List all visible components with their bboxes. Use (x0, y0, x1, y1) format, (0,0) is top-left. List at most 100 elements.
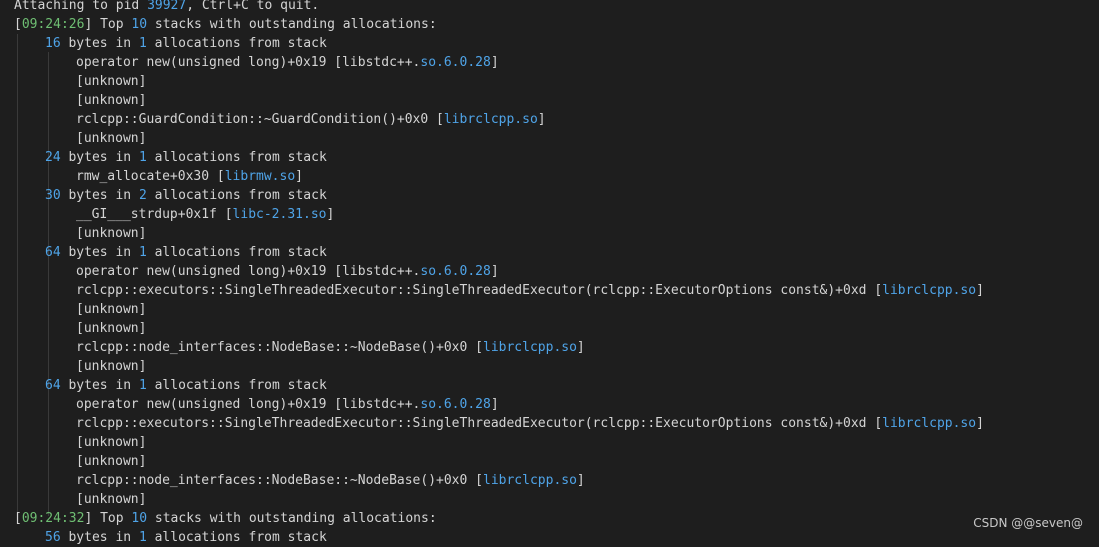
stack-frame: rclcpp::node_interfaces::NodeBase::~Node… (0, 338, 1099, 357)
frame-symbol: rclcpp::executors::SingleThreadedExecuto… (76, 416, 883, 431)
frame-symbol: rclcpp::node_interfaces::NodeBase::~Node… (76, 340, 483, 355)
bracket: ] (490, 55, 499, 70)
stack-count: 10 (131, 511, 148, 526)
bracket: ] (576, 340, 585, 355)
bracket: [ (14, 17, 22, 32)
alloc-count: 1 (138, 378, 147, 393)
bracket: ] (576, 473, 585, 488)
top-stacks-header: [09:24:26] Top 10 stacks with outstandin… (0, 15, 1099, 34)
frame-symbol: [unknown] (76, 302, 147, 317)
stack-frame-unknown: [unknown] (0, 300, 1099, 319)
alloc-text: bytes in (60, 188, 139, 203)
alloc-text: allocations from stack (146, 245, 327, 260)
frame-symbol: [unknown] (76, 131, 147, 146)
allocation-line: 30 bytes in 2 allocations from stack (0, 186, 1099, 205)
frame-symbol: rmw_allocate+0x30 [ (76, 169, 225, 184)
alloc-count: 1 (138, 245, 147, 260)
allocation-line: 64 bytes in 1 allocations from stack (0, 243, 1099, 262)
stack-frame-unknown: [unknown] (0, 452, 1099, 471)
bracket: ] (537, 112, 546, 127)
library-name: so.6.0.28 (420, 397, 491, 412)
alloc-text: bytes in (60, 36, 139, 51)
stack-frame-unknown: [unknown] (0, 91, 1099, 110)
allocation-line: 56 bytes in 1 allocations from stack (0, 528, 1099, 547)
stack-frame: operator new(unsigned long)+0x19 [libstd… (0, 262, 1099, 281)
stack-frame: __GI___strdup+0x1f [libc-2.31.so] (0, 205, 1099, 224)
stack-frame: rclcpp::executors::SingleThreadedExecuto… (0, 281, 1099, 300)
bracket: ] (490, 264, 499, 279)
frame-symbol: [unknown] (76, 454, 147, 469)
header-text: stacks with outstanding allocations: (147, 511, 437, 526)
bytes-value: 24 (45, 150, 61, 165)
frame-symbol: operator new(unsigned long)+0x19 [libstd… (76, 55, 421, 70)
allocation-line: 16 bytes in 1 allocations from stack (0, 34, 1099, 53)
frame-symbol: [unknown] (76, 321, 147, 336)
alloc-text: bytes in (60, 530, 139, 545)
frame-symbol: rclcpp::node_interfaces::NodeBase::~Node… (76, 473, 483, 488)
attach-text: Attaching to pid (14, 0, 148, 13)
frame-symbol: [unknown] (76, 359, 147, 374)
bytes-value: 64 (45, 378, 61, 393)
stack-frame-unknown: [unknown] (0, 357, 1099, 376)
attach-text: , Ctrl+C to quit. (186, 0, 320, 13)
frame-symbol: [unknown] (76, 226, 147, 241)
alloc-count: 1 (138, 530, 147, 545)
stack-frame-unknown: [unknown] (0, 433, 1099, 452)
library-name: librclcpp.so (483, 340, 577, 355)
library-name: so.6.0.28 (420, 55, 491, 70)
stack-count: 10 (131, 17, 148, 32)
stack-frame-unknown: [unknown] (0, 490, 1099, 509)
bracket: ] (976, 283, 984, 298)
bracket: ] (326, 207, 335, 222)
bracket: [ (14, 511, 22, 526)
alloc-count: 1 (138, 150, 147, 165)
watermark: CSDN @@seven@ (973, 516, 1083, 530)
bracket: ] (490, 397, 499, 412)
library-name: librclcpp.so (882, 283, 977, 298)
alloc-text: allocations from stack (146, 378, 327, 393)
pid-value: 39927 (147, 0, 187, 13)
timestamp: 09:24:32 (21, 511, 85, 526)
alloc-text: allocations from stack (146, 188, 327, 203)
library-name: librclcpp.so (882, 416, 977, 431)
stack-frame: operator new(unsigned long)+0x19 [libstd… (0, 53, 1099, 72)
alloc-text: allocations from stack (146, 150, 327, 165)
alloc-count: 2 (138, 188, 147, 203)
attach-line: Attaching to pid 39927, Ctrl+C to quit. (0, 0, 1099, 15)
terminal-window: { "header": "Attaching to pid 39927, Ctr… (0, 0, 1099, 545)
stack-frame-unknown: [unknown] (0, 129, 1099, 148)
alloc-text: bytes in (60, 150, 139, 165)
stack-frame-unknown: [unknown] (0, 319, 1099, 338)
alloc-text: allocations from stack (146, 36, 327, 51)
library-name: librmw.so (224, 169, 296, 184)
bytes-value: 16 (45, 36, 61, 51)
frame-symbol: [unknown] (76, 93, 147, 108)
stack-frame-unknown: [unknown] (0, 72, 1099, 91)
library-name: librclcpp.so (443, 112, 538, 127)
header-text: ] Top (84, 17, 132, 32)
timestamp: 09:24:26 (21, 17, 85, 32)
library-name: librclcpp.so (483, 473, 577, 488)
header-text: ] Top (84, 511, 132, 526)
frame-symbol: operator new(unsigned long)+0x19 [libstd… (76, 264, 421, 279)
frame-symbol: operator new(unsigned long)+0x19 [libstd… (76, 397, 421, 412)
frame-symbol: [unknown] (76, 435, 147, 450)
alloc-text: bytes in (60, 378, 139, 393)
stack-frame: rclcpp::node_interfaces::NodeBase::~Node… (0, 471, 1099, 490)
alloc-count: 1 (138, 36, 147, 51)
frame-symbol: [unknown] (76, 74, 147, 89)
frame-symbol: rclcpp::GuardCondition::~GuardCondition(… (76, 112, 444, 127)
bytes-value: 56 (45, 530, 61, 545)
terminal-output: Attaching to pid 39927, Ctrl+C to quit.[… (0, 0, 1099, 547)
bytes-value: 64 (45, 245, 61, 260)
stack-frame: rmw_allocate+0x30 [librmw.so] (0, 167, 1099, 186)
alloc-text: allocations from stack (146, 530, 327, 545)
bytes-value: 30 (45, 188, 61, 203)
frame-symbol: [unknown] (76, 492, 147, 507)
allocation-line: 64 bytes in 1 allocations from stack (0, 376, 1099, 395)
top-stacks-header: [09:24:32] Top 10 stacks with outstandin… (0, 509, 1099, 528)
bracket: ] (976, 416, 984, 431)
frame-symbol: __GI___strdup+0x1f [ (76, 207, 233, 222)
alloc-text: bytes in (60, 245, 139, 260)
stack-frame: operator new(unsigned long)+0x19 [libstd… (0, 395, 1099, 414)
